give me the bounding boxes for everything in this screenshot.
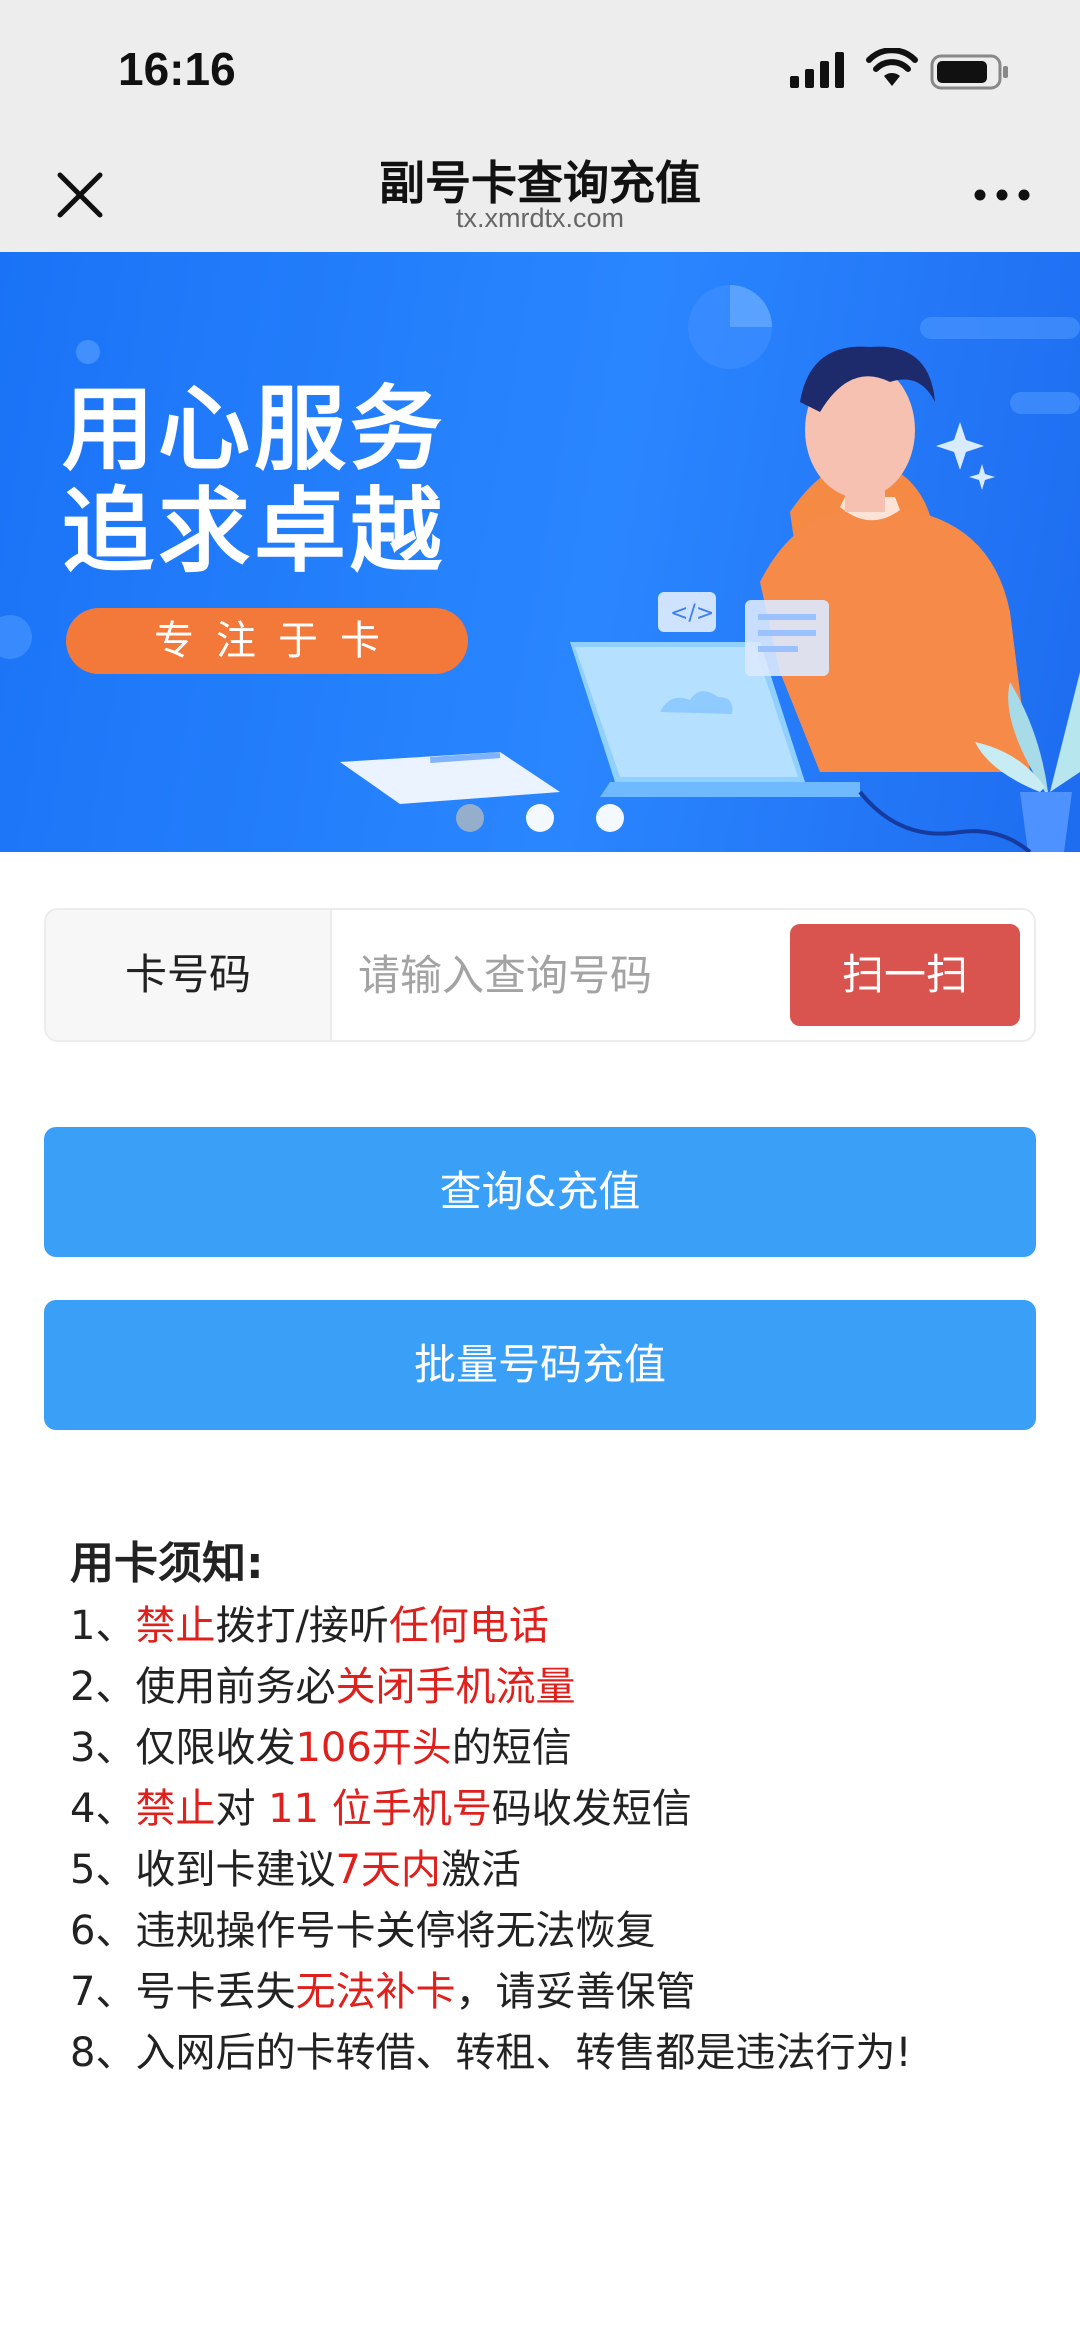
card-number-query: 卡号码 扫一扫 <box>44 908 1036 1042</box>
notice-highlight: 7天内 <box>335 1847 441 1893</box>
card-number-input[interactable] <box>358 940 778 1010</box>
banner-tag: 专注于卡 <box>66 608 468 674</box>
notice-title: 用卡须知: <box>70 1538 264 1589</box>
banner-carousel[interactable]: </> 用心服务 追求卓越 专注于卡 <box>0 252 1080 852</box>
notice-highlight: 11 位手机号 <box>268 1786 492 1832</box>
notice-item: 6、违规操作号卡关停将无法恢复 <box>70 1901 1030 1962</box>
batch-recharge-button[interactable]: 批量号码充值 <box>44 1300 1036 1430</box>
notice-item: 1、禁止拨打/接听任何电话 <box>70 1596 1030 1657</box>
notice-highlight: 关闭手机流量 <box>335 1664 576 1710</box>
carousel-dot-3[interactable] <box>596 804 624 832</box>
notice-highlight: 无法补卡 <box>295 1969 456 2015</box>
wifi-icon <box>866 48 918 86</box>
usage-notice: 用卡须知: 1、禁止拨打/接听任何电话 2、使用前务必关闭手机流量 3、仅限收发10… <box>70 1534 1030 2084</box>
notice-text: ，请妥善保管 <box>455 1969 696 2015</box>
notice-text: 7、号卡丢失 <box>70 1969 296 2015</box>
card-number-label: 卡号码 <box>46 910 332 1040</box>
notice-text: 2、使用前务必 <box>70 1664 336 1710</box>
notice-item: 8、入网后的卡转借、转租、转售都是违法行为! <box>70 2023 1030 2084</box>
banner-headline-2: 追求卓越 <box>62 478 447 585</box>
query-recharge-button[interactable]: 查询&充值 <box>44 1127 1036 1257</box>
banner-headline-1: 用心服务 <box>62 376 447 483</box>
signal-icon <box>790 52 844 88</box>
notice-item: 7、号卡丢失无法补卡，请妥善保管 <box>70 1962 1030 2023</box>
nav-bar: 副号卡查询充值 tx.xmrdtx.com <box>0 135 1080 252</box>
notice-text: 8、入网后的卡转借、转租、转售都是违法行为! <box>70 2030 912 2076</box>
carousel-dot-2[interactable] <box>526 804 554 832</box>
notice-text: 码收发短信 <box>491 1786 692 1832</box>
carousel-dot-1[interactable] <box>456 804 484 832</box>
notice-text: 激活 <box>440 1847 521 1893</box>
notice-text: 拨打/接听 <box>215 1603 389 1649</box>
notice-highlight: 任何电话 <box>388 1603 549 1649</box>
notice-item: 2、使用前务必关闭手机流量 <box>70 1657 1030 1718</box>
more-icon[interactable] <box>972 185 1032 205</box>
notice-highlight: 106开头 <box>295 1725 452 1771</box>
notice-text: 1、 <box>70 1603 136 1649</box>
notice-item: 5、收到卡建议7天内激活 <box>70 1840 1030 1901</box>
svg-text:</>: </> <box>670 601 714 626</box>
notice-text: 6、违规操作号卡关停将无法恢复 <box>70 1908 656 1954</box>
notice-text: 4、 <box>70 1786 136 1832</box>
notice-text: 3、仅限收发 <box>70 1725 296 1771</box>
notice-text: 5、收到卡建议 <box>70 1847 336 1893</box>
notice-list: 1、禁止拨打/接听任何电话 2、使用前务必关闭手机流量 3、仅限收发106开头的短信… <box>70 1596 1030 2084</box>
notice-item: 4、禁止对 11 位手机号码收发短信 <box>70 1779 1030 1840</box>
notice-item: 3、仅限收发106开头的短信 <box>70 1718 1030 1779</box>
notice-highlight: 禁止 <box>135 1786 216 1832</box>
battery-icon <box>930 54 1008 90</box>
carousel-indicators <box>0 804 1080 834</box>
notice-text: 的短信 <box>451 1725 572 1771</box>
scan-button[interactable]: 扫一扫 <box>790 924 1020 1026</box>
page-url: tx.xmrdtx.com <box>455 203 624 233</box>
notice-text: 对 <box>215 1786 269 1832</box>
status-time: 16:16 <box>118 43 236 95</box>
notice-highlight: 禁止 <box>135 1603 216 1649</box>
status-bar: 16:16 <box>0 0 1080 135</box>
